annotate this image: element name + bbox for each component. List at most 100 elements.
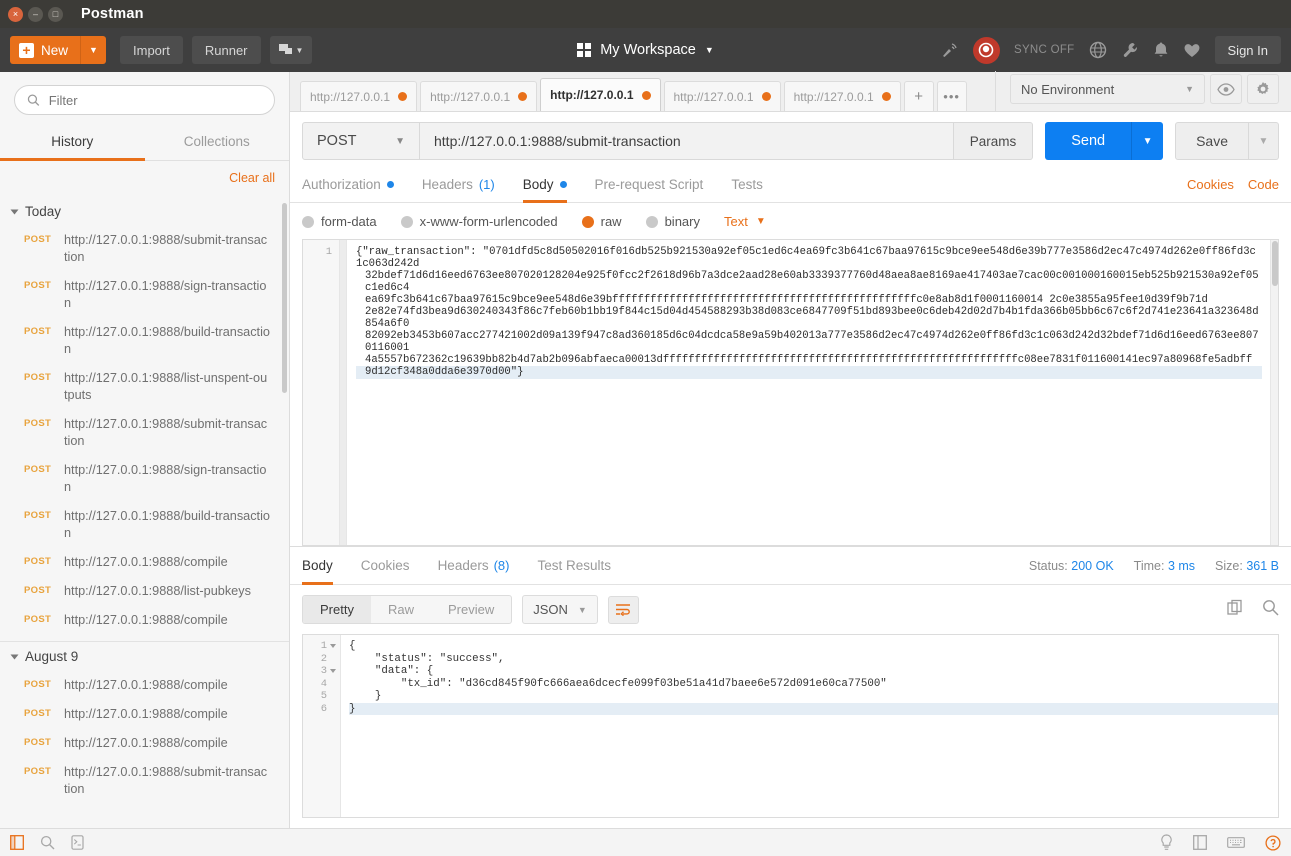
send-button[interactable]: Send xyxy=(1045,122,1132,160)
tab-overflow-button[interactable]: ••• xyxy=(936,81,967,111)
view-mode-pretty[interactable]: Pretty xyxy=(303,596,371,623)
new-button[interactable]: + New ▼ xyxy=(10,36,107,64)
body-mode-raw[interactable]: raw xyxy=(581,214,622,229)
list-item[interactable]: POST http://127.0.0.1:9888/compile xyxy=(0,548,289,577)
window-minimize-button[interactable]: – xyxy=(28,6,43,22)
request-tab-4[interactable]: http://127.0.0.1 xyxy=(783,81,901,111)
clear-all-button[interactable]: Clear all xyxy=(229,171,275,185)
tab-collections[interactable]: Collections xyxy=(145,125,290,160)
filter-box[interactable] xyxy=(14,85,275,115)
sign-in-button[interactable]: Sign In xyxy=(1214,36,1281,64)
new-window-button[interactable]: ▼ xyxy=(269,36,313,64)
search-button[interactable] xyxy=(1262,599,1279,621)
request-tab-2[interactable]: http://127.0.0.1 xyxy=(540,78,661,111)
list-item[interactable]: POST http://127.0.0.1:9888/list-pubkeys xyxy=(0,577,289,606)
postman-orb-icon[interactable] xyxy=(972,36,1000,64)
request-tab-1[interactable]: http://127.0.0.1 xyxy=(420,81,538,111)
wrench-icon[interactable] xyxy=(1121,41,1139,59)
params-button[interactable]: Params xyxy=(953,122,1034,160)
list-item[interactable]: POST http://127.0.0.1:9888/sign-transacti… xyxy=(0,456,289,502)
response-tab-headers[interactable]: Headers (8) xyxy=(438,547,510,584)
antenna-icon[interactable] xyxy=(941,42,959,58)
view-mode-raw[interactable]: Raw xyxy=(371,596,431,623)
response-tab-cookies[interactable]: Cookies xyxy=(361,547,410,584)
raw-type-select[interactable]: Text ▼ xyxy=(724,214,766,229)
request-tab-0[interactable]: http://127.0.0.1 xyxy=(300,81,418,111)
method-badge: POST xyxy=(24,679,52,690)
request-tab-3[interactable]: http://127.0.0.1 xyxy=(663,81,781,111)
url-input[interactable]: http://127.0.0.1:9888/submit-transaction xyxy=(420,122,954,160)
globe-icon[interactable] xyxy=(1089,41,1107,59)
size-meta: Size: 361 B xyxy=(1215,559,1279,573)
list-item[interactable]: POST http://127.0.0.1:9888/submit-transac… xyxy=(0,226,289,272)
code-link[interactable]: Code xyxy=(1248,177,1279,192)
request-editor-scrollbar[interactable] xyxy=(1270,240,1278,545)
window-close-button[interactable]: × xyxy=(8,6,23,22)
eye-icon xyxy=(1217,82,1235,96)
response-tab-test-results[interactable]: Test Results xyxy=(537,547,611,584)
cookies-link[interactable]: Cookies xyxy=(1187,177,1234,192)
tab-headers[interactable]: Headers (1) xyxy=(422,168,495,202)
tab-tests[interactable]: Tests xyxy=(731,168,763,202)
sidebar-scrollbar[interactable] xyxy=(282,203,287,393)
bulb-icon[interactable] xyxy=(1160,834,1173,851)
tab-label: Body xyxy=(302,558,333,573)
environment-select[interactable]: No Environment ▼ xyxy=(1010,74,1205,104)
import-button[interactable]: Import xyxy=(120,36,183,64)
list-item[interactable]: POST http://127.0.0.1:9888/compile xyxy=(0,671,289,700)
add-tab-button[interactable]: + xyxy=(903,81,934,111)
request-body-text[interactable]: {"raw_transaction": "0701dfd5c8d50502016… xyxy=(347,240,1270,545)
list-item[interactable]: POST http://127.0.0.1:9888/compile xyxy=(0,606,289,635)
new-button-label-group[interactable]: + New xyxy=(10,36,80,64)
list-item[interactable]: POST http://127.0.0.1:9888/submit-transac… xyxy=(0,410,289,456)
send-options-caret-icon[interactable]: ▼ xyxy=(1131,122,1164,160)
history-list[interactable]: Today POST http://127.0.0.1:9888/submit-t… xyxy=(0,197,289,828)
window-maximize-button[interactable]: □ xyxy=(48,6,63,22)
response-body-editor[interactable]: 1 2 3 4 5 6 { "status": "success", "data… xyxy=(302,634,1279,818)
find-icon[interactable] xyxy=(40,835,55,850)
tab-authorization[interactable]: Authorization xyxy=(302,168,394,202)
heart-icon[interactable] xyxy=(1183,42,1201,58)
copy-button[interactable] xyxy=(1227,599,1244,621)
list-item[interactable]: POST http://127.0.0.1:9888/submit-transac… xyxy=(0,758,289,804)
sidebar-toggle-icon[interactable] xyxy=(10,835,24,850)
layout-icon[interactable] xyxy=(1193,835,1207,850)
list-item[interactable]: POST http://127.0.0.1:9888/compile xyxy=(0,729,289,758)
history-group-august-9[interactable]: August 9 xyxy=(0,642,289,671)
response-format-select[interactable]: JSON ▼ xyxy=(522,595,598,624)
body-mode-urlencoded[interactable]: x-www-form-urlencoded xyxy=(400,214,558,229)
fold-icon[interactable] xyxy=(330,644,336,649)
list-item[interactable]: POST http://127.0.0.1:9888/list-unspent-o… xyxy=(0,364,289,410)
environment-quicklook-button[interactable] xyxy=(1210,74,1242,104)
view-mode-preview[interactable]: Preview xyxy=(431,596,511,623)
list-item[interactable]: POST http://127.0.0.1:9888/compile xyxy=(0,700,289,729)
tab-body[interactable]: Body xyxy=(522,168,567,203)
help-icon[interactable] xyxy=(1265,834,1281,851)
list-item[interactable]: POST http://127.0.0.1:9888/sign-transacti… xyxy=(0,272,289,318)
history-group-today[interactable]: Today xyxy=(0,197,289,226)
save-options-caret-icon[interactable]: ▼ xyxy=(1249,122,1279,160)
search-input[interactable] xyxy=(48,92,262,108)
response-body-text[interactable]: { "status": "success", "data": { "tx_id"… xyxy=(341,635,1278,817)
chevron-down-icon: ▼ xyxy=(755,216,766,227)
runner-button[interactable]: Runner xyxy=(191,36,261,64)
fold-icon[interactable] xyxy=(330,669,336,674)
tab-history[interactable]: History xyxy=(0,125,145,161)
method-select[interactable]: POST ▼ xyxy=(302,122,420,160)
body-mode-form-data[interactable]: form-data xyxy=(302,214,377,229)
list-item[interactable]: POST http://127.0.0.1:9888/build-transact… xyxy=(0,318,289,364)
request-body-editor[interactable]: 1 {"raw_transaction": "0701dfd5c8d505020… xyxy=(302,239,1279,546)
settings-button[interactable] xyxy=(1247,74,1279,104)
body-mode-binary[interactable]: binary xyxy=(645,214,700,229)
response-tab-body[interactable]: Body xyxy=(302,547,333,585)
list-item[interactable]: POST http://127.0.0.1:9888/build-transact… xyxy=(0,502,289,548)
tab-pre-request-script[interactable]: Pre-request Script xyxy=(595,168,704,202)
save-button[interactable]: Save xyxy=(1175,122,1249,160)
bell-icon[interactable] xyxy=(1153,41,1169,59)
wrap-lines-button[interactable] xyxy=(607,595,639,624)
workspace-selector[interactable]: My Workspace ▼ xyxy=(577,42,714,58)
keyboard-icon[interactable] xyxy=(1227,836,1245,849)
sidebar-tabs: History Collections xyxy=(0,125,289,161)
new-dropdown-caret-icon[interactable]: ▼ xyxy=(80,36,106,64)
console-icon[interactable] xyxy=(71,835,84,850)
